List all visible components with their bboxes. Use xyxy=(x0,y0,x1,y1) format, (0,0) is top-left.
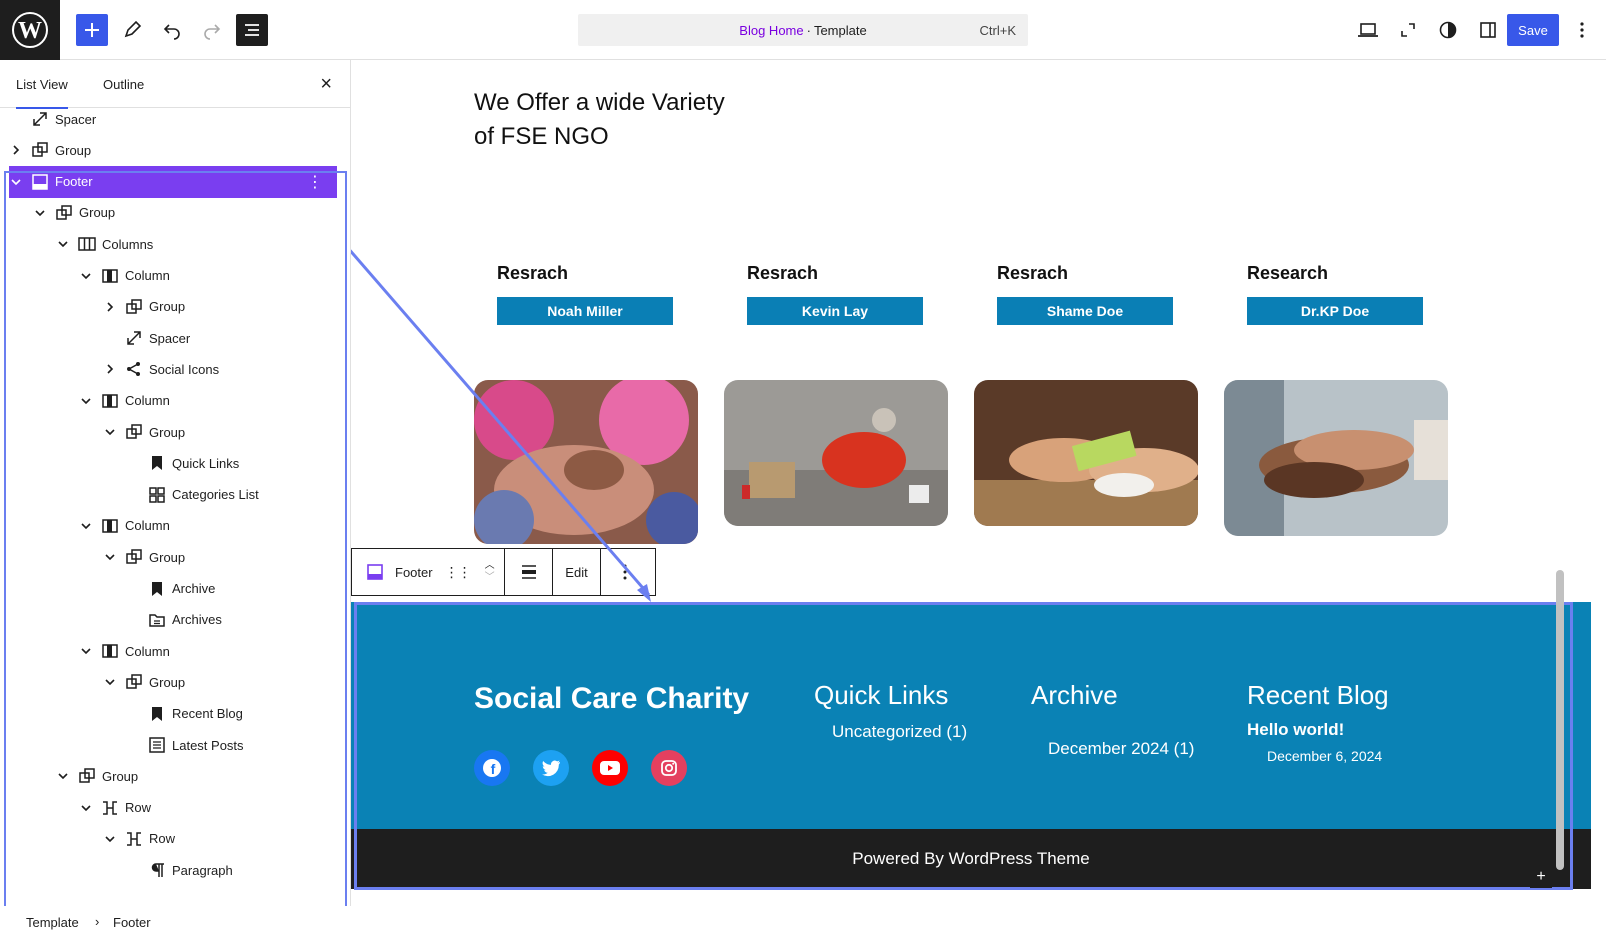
footer-credit-bar[interactable]: Powered By WordPress Theme xyxy=(351,829,1591,889)
scrollbar-thumb[interactable] xyxy=(1556,570,1564,870)
card-button[interactable]: Kevin Lay xyxy=(747,297,923,325)
list-view-item-label: Spacer xyxy=(55,111,97,127)
wordpress-logo-button[interactable]: W xyxy=(0,0,60,60)
recent-blog-title[interactable]: Recent Blog xyxy=(1247,680,1389,711)
add-block-button[interactable] xyxy=(76,14,108,46)
command-center[interactable]: Blog Home · Template Ctrl+K xyxy=(578,14,1028,46)
list-view-item-label: Group xyxy=(55,142,92,158)
chevron-right-icon: › xyxy=(95,914,100,929)
preview-device-button[interactable] xyxy=(1352,14,1384,46)
template-type: Template xyxy=(813,22,867,38)
canvas-bottom-strip xyxy=(351,906,1606,936)
group-icon xyxy=(31,141,49,159)
recent-post-date: December 6, 2024 xyxy=(1267,748,1383,764)
wordpress-icon: W xyxy=(12,12,48,48)
editor-canvas: We Offer a wide Variety of FSE NGO Resra… xyxy=(351,60,1606,906)
quick-links-title[interactable]: Quick Links xyxy=(814,680,948,711)
list-view-item-group[interactable]: Group xyxy=(0,134,345,166)
add-block-inserter-button[interactable]: + xyxy=(1530,866,1552,888)
laptop-icon xyxy=(1358,23,1378,37)
list-view-item-spacer[interactable]: Spacer xyxy=(0,103,345,135)
instagram-icon[interactable] xyxy=(651,750,687,786)
svg-text:W: W xyxy=(18,18,42,44)
chevron-right-icon[interactable] xyxy=(9,143,23,157)
expand-icon xyxy=(1401,23,1415,37)
styles-button[interactable] xyxy=(1432,14,1464,46)
command-shortcut: Ctrl+K xyxy=(979,22,1016,38)
card-button[interactable]: Dr.KP Doe xyxy=(1247,297,1423,325)
undo-button[interactable] xyxy=(156,14,188,46)
canvas-scrollbar[interactable] xyxy=(1554,60,1566,890)
sidebar-icon xyxy=(1480,22,1496,38)
settings-sidebar-button[interactable] xyxy=(1472,14,1504,46)
card-title[interactable]: Resrach xyxy=(747,263,818,284)
card-title[interactable]: Research xyxy=(1247,263,1328,284)
redo-icon xyxy=(204,24,221,40)
document-overview-button[interactable] xyxy=(236,14,268,46)
archive-title[interactable]: Archive xyxy=(1031,680,1118,711)
archive-link[interactable]: December 2024 (1) xyxy=(1048,739,1194,759)
breadcrumb-item-template[interactable]: Template xyxy=(26,915,79,930)
breadcrumb-item-footer[interactable]: Footer xyxy=(113,915,151,930)
contrast-icon xyxy=(1439,21,1457,39)
connector-arrow xyxy=(351,249,651,602)
zoom-out-button[interactable] xyxy=(1392,14,1424,46)
editor-header: W Blog Home · Template Ctrl+K Save xyxy=(0,0,1606,60)
spacer-icon xyxy=(31,110,49,128)
recent-post-title[interactable]: Hello world! xyxy=(1247,720,1344,740)
list-view-panel: List View Outline × Spacer Group Footer ⋮ Gr… xyxy=(0,60,351,909)
list-view-icon xyxy=(245,24,259,36)
template-name: Blog Home xyxy=(739,22,804,38)
photo-joined-hands[interactable] xyxy=(1224,380,1448,536)
footer-brand[interactable]: Social Care Charity xyxy=(474,682,749,716)
breadcrumb: Template › Footer xyxy=(0,906,351,936)
powered-by-text: Powered By WordPress Theme xyxy=(852,849,1090,868)
card-title[interactable]: Resrach xyxy=(997,263,1068,284)
svg-text:f: f xyxy=(491,761,496,777)
facebook-icon[interactable]: f xyxy=(474,750,510,786)
selection-outline xyxy=(4,171,347,909)
category-link[interactable]: Uncategorized (1) xyxy=(832,722,967,742)
panel-tabs: List View Outline × xyxy=(0,60,350,109)
tab-outline[interactable]: Outline xyxy=(103,60,144,108)
card-button[interactable]: Shame Doe xyxy=(997,297,1173,325)
more-vertical-icon xyxy=(1580,22,1584,38)
youtube-icon[interactable] xyxy=(592,750,628,786)
pencil-icon xyxy=(124,20,142,38)
redo-button[interactable] xyxy=(196,14,228,46)
undo-icon xyxy=(163,24,180,40)
photo-homeless-man[interactable] xyxy=(724,380,948,526)
save-button[interactable]: Save xyxy=(1507,14,1559,46)
plus-icon xyxy=(85,23,99,37)
tab-list-view[interactable]: List View xyxy=(16,60,68,109)
title-separator: · xyxy=(806,22,811,38)
options-button[interactable] xyxy=(1566,14,1598,46)
photo-food-giving[interactable] xyxy=(974,380,1198,526)
twitter-icon[interactable] xyxy=(533,750,569,786)
tools-button[interactable] xyxy=(116,14,148,46)
close-icon[interactable]: × xyxy=(320,74,332,94)
